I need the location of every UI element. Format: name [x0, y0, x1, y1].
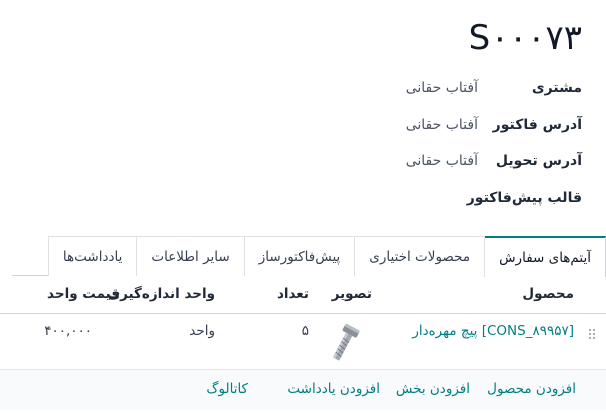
invoice-address-value[interactable]: آفتاب حقانی	[406, 117, 478, 133]
tab-notes[interactable]: یادداشت‌ها	[47, 236, 138, 276]
tab-quote-builder[interactable]: پیش‌فاکتورساز	[243, 236, 356, 276]
add-section-link[interactable]: افزودن بخش	[396, 381, 470, 397]
unit-price-cell[interactable]: ۴۰۰,۰۰۰	[44, 323, 92, 339]
field-invoice-address: آدرس فاکتور آفتاب حقانی	[406, 114, 582, 136]
uom-cell[interactable]: واحد	[189, 323, 215, 339]
add-product-link[interactable]: افزودن محصول	[487, 381, 576, 397]
add-note-link[interactable]: افزودن یادداشت	[287, 381, 380, 397]
column-header-product[interactable]: محصول	[522, 286, 574, 302]
order-lines-header: محصول تصویر تعداد واحد اندازه‌گیری قیمت …	[0, 276, 606, 314]
field-delivery-address: آدرس تحویل آفتاب حقانی	[406, 150, 582, 172]
column-header-quantity[interactable]: تعداد	[277, 286, 309, 302]
tab-optional-products[interactable]: محصولات اختیاری	[354, 236, 486, 276]
column-header-unit-price[interactable]: قیمت واحد	[47, 286, 120, 302]
field-label-delivery-address: آدرس تحویل	[495, 153, 582, 169]
page-title: S۰۰۰۷۳	[468, 18, 582, 58]
field-label-invoice-address: آدرس فاکتور	[492, 117, 582, 133]
table-row[interactable]: [CONS_۸۹۹۵۷] پیچ مهره‌دار ۵ واحد ۴۰۰,۰۰۰	[0, 314, 606, 370]
field-customer: مشتری آفتاب حقانی	[406, 77, 582, 99]
field-quotation-template: قالب پیش‌فاکتور	[466, 187, 582, 209]
tab-order-lines[interactable]: آیتم‌های سفارش	[484, 236, 606, 277]
catalog-link[interactable]: کاتالوگ	[206, 381, 248, 397]
column-header-uom[interactable]: واحد اندازه‌گیری	[108, 286, 215, 302]
bolt-image	[332, 323, 360, 361]
tab-other-info[interactable]: سایر اطلاعات	[136, 236, 245, 276]
customer-value[interactable]: آفتاب حقانی	[406, 80, 478, 96]
column-header-image[interactable]: تصویر	[332, 286, 372, 302]
notebook-tabs: آیتم‌های سفارش محصولات اختیاری پیش‌فاکتو…	[12, 236, 606, 277]
quantity-cell[interactable]: ۵	[302, 323, 309, 339]
field-label-quotation-template: قالب پیش‌فاکتور	[466, 190, 582, 206]
delivery-address-value[interactable]: آفتاب حقانی	[406, 153, 478, 169]
field-label-customer: مشتری	[531, 80, 582, 96]
sale-order-form: S۰۰۰۷۳ مشتری آفتاب حقانی آدرس فاکتور آفت…	[0, 0, 606, 413]
drag-handle-icon[interactable]	[588, 328, 596, 340]
line-actions: افزودن محصول افزودن بخش افزودن یادداشت ک…	[0, 370, 606, 410]
product-cell[interactable]: [CONS_۸۹۹۵۷] پیچ مهره‌دار	[412, 323, 574, 339]
